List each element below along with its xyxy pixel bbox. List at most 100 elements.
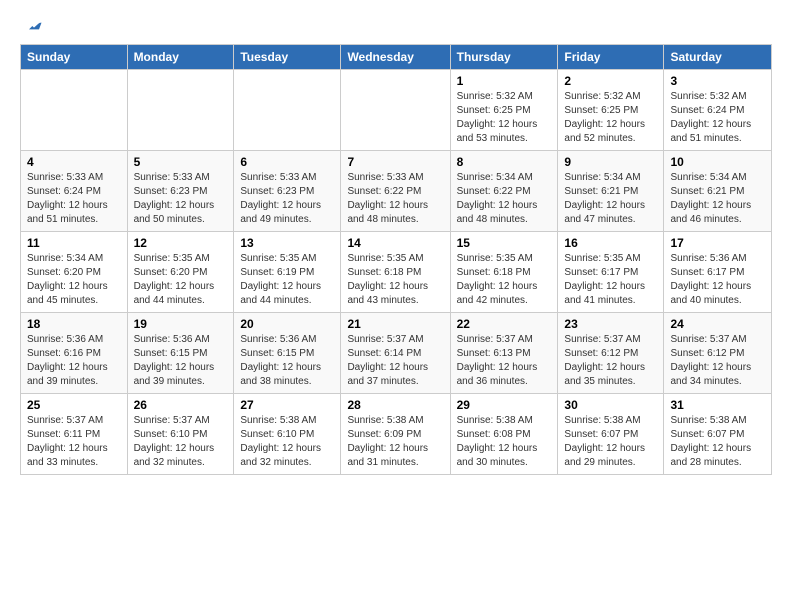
day-number: 7: [347, 155, 443, 169]
calendar-cell: 9 Sunrise: 5:34 AM Sunset: 6:21 PM Daylig…: [558, 151, 664, 232]
day-info: Sunrise: 5:34 AM Sunset: 6:21 PM Dayligh…: [564, 171, 657, 227]
day-number: 27: [240, 398, 334, 412]
day-info: Sunrise: 5:33 AM Sunset: 6:24 PM Dayligh…: [27, 171, 121, 227]
calendar-cell: [234, 70, 341, 151]
calendar-cell: 3 Sunrise: 5:32 AM Sunset: 6:24 PM Daylig…: [664, 70, 772, 151]
calendar-cell: [127, 70, 234, 151]
calendar-cell: 18 Sunrise: 5:36 AM Sunset: 6:16 PM Dayli…: [21, 313, 128, 394]
day-header-saturday: Saturday: [664, 45, 772, 70]
day-info: Sunrise: 5:32 AM Sunset: 6:25 PM Dayligh…: [564, 90, 657, 146]
calendar-cell: 24 Sunrise: 5:37 AM Sunset: 6:12 PM Dayli…: [664, 313, 772, 394]
day-info: Sunrise: 5:32 AM Sunset: 6:24 PM Dayligh…: [670, 90, 765, 146]
calendar-cell: 27 Sunrise: 5:38 AM Sunset: 6:10 PM Dayli…: [234, 394, 341, 475]
day-info: Sunrise: 5:35 AM Sunset: 6:18 PM Dayligh…: [457, 252, 552, 308]
calendar-cell: 5Sunrise: 5:33 AM Sunset: 6:23 PM Daylig…: [127, 151, 234, 232]
day-number: 2: [564, 74, 657, 88]
calendar-cell: 16 Sunrise: 5:35 AM Sunset: 6:17 PM Dayli…: [558, 232, 664, 313]
day-info: Sunrise: 5:38 AM Sunset: 6:07 PM Dayligh…: [670, 414, 765, 470]
logo: [20, 16, 44, 36]
day-info: Sunrise: 5:38 AM Sunset: 6:09 PM Dayligh…: [347, 414, 443, 470]
day-header-tuesday: Tuesday: [234, 45, 341, 70]
calendar-body: 1 Sunrise: 5:32 AM Sunset: 6:25 PM Daylig…: [21, 70, 772, 475]
day-info: Sunrise: 5:36 AM Sunset: 6:15 PM Dayligh…: [240, 333, 334, 389]
day-number: 16: [564, 236, 657, 250]
day-info: Sunrise: 5:37 AM Sunset: 6:14 PM Dayligh…: [347, 333, 443, 389]
day-info: Sunrise: 5:38 AM Sunset: 6:07 PM Dayligh…: [564, 414, 657, 470]
calendar-cell: 6 Sunrise: 5:33 AM Sunset: 6:23 PM Daylig…: [234, 151, 341, 232]
calendar-cell: 30 Sunrise: 5:38 AM Sunset: 6:07 PM Dayli…: [558, 394, 664, 475]
day-number: 19: [134, 317, 228, 331]
calendar-cell: 8Sunrise: 5:34 AM Sunset: 6:22 PM Daylig…: [450, 151, 558, 232]
calendar-cell: 15 Sunrise: 5:35 AM Sunset: 6:18 PM Dayli…: [450, 232, 558, 313]
day-info: Sunrise: 5:36 AM Sunset: 6:16 PM Dayligh…: [27, 333, 121, 389]
day-info: Sunrise: 5:33 AM Sunset: 6:23 PM Dayligh…: [240, 171, 334, 227]
calendar-cell: [21, 70, 128, 151]
day-number: 5: [134, 155, 228, 169]
calendar-week-2: 4 Sunrise: 5:33 AM Sunset: 6:24 PM Daylig…: [21, 151, 772, 232]
page-header: [20, 16, 772, 36]
day-info: Sunrise: 5:34 AM Sunset: 6:21 PM Dayligh…: [670, 171, 765, 227]
day-number: 14: [347, 236, 443, 250]
day-info: Sunrise: 5:32 AM Sunset: 6:25 PM Dayligh…: [457, 90, 552, 146]
calendar-cell: 4 Sunrise: 5:33 AM Sunset: 6:24 PM Daylig…: [21, 151, 128, 232]
logo-bird-icon: [24, 16, 44, 36]
calendar-cell: 22 Sunrise: 5:37 AM Sunset: 6:13 PM Dayli…: [450, 313, 558, 394]
day-header-thursday: Thursday: [450, 45, 558, 70]
calendar-cell: 14Sunrise: 5:35 AM Sunset: 6:18 PM Dayli…: [341, 232, 450, 313]
calendar-cell: 11 Sunrise: 5:34 AM Sunset: 6:20 PM Dayli…: [21, 232, 128, 313]
day-number: 11: [27, 236, 121, 250]
day-number: 10: [670, 155, 765, 169]
day-number: 3: [670, 74, 765, 88]
day-number: 29: [457, 398, 552, 412]
day-info: Sunrise: 5:35 AM Sunset: 6:20 PM Dayligh…: [134, 252, 228, 308]
day-info: Sunrise: 5:37 AM Sunset: 6:13 PM Dayligh…: [457, 333, 552, 389]
calendar-week-5: 25 Sunrise: 5:37 AM Sunset: 6:11 PM Dayli…: [21, 394, 772, 475]
calendar-cell: 12Sunrise: 5:35 AM Sunset: 6:20 PM Dayli…: [127, 232, 234, 313]
day-number: 28: [347, 398, 443, 412]
day-info: Sunrise: 5:37 AM Sunset: 6:12 PM Dayligh…: [670, 333, 765, 389]
calendar-week-1: 1 Sunrise: 5:32 AM Sunset: 6:25 PM Daylig…: [21, 70, 772, 151]
calendar-cell: 17Sunrise: 5:36 AM Sunset: 6:17 PM Dayli…: [664, 232, 772, 313]
day-info: Sunrise: 5:34 AM Sunset: 6:22 PM Dayligh…: [457, 171, 552, 227]
calendar-table: SundayMondayTuesdayWednesdayThursdayFrid…: [20, 44, 772, 475]
day-info: Sunrise: 5:36 AM Sunset: 6:17 PM Dayligh…: [670, 252, 765, 308]
day-info: Sunrise: 5:38 AM Sunset: 6:10 PM Dayligh…: [240, 414, 334, 470]
day-info: Sunrise: 5:33 AM Sunset: 6:22 PM Dayligh…: [347, 171, 443, 227]
day-number: 30: [564, 398, 657, 412]
day-header-friday: Friday: [558, 45, 664, 70]
day-number: 18: [27, 317, 121, 331]
day-info: Sunrise: 5:35 AM Sunset: 6:17 PM Dayligh…: [564, 252, 657, 308]
day-info: Sunrise: 5:38 AM Sunset: 6:08 PM Dayligh…: [457, 414, 552, 470]
calendar-cell: 28 Sunrise: 5:38 AM Sunset: 6:09 PM Dayli…: [341, 394, 450, 475]
day-info: Sunrise: 5:37 AM Sunset: 6:11 PM Dayligh…: [27, 414, 121, 470]
day-header-wednesday: Wednesday: [341, 45, 450, 70]
day-header-sunday: Sunday: [21, 45, 128, 70]
day-number: 1: [457, 74, 552, 88]
calendar-cell: 25 Sunrise: 5:37 AM Sunset: 6:11 PM Dayli…: [21, 394, 128, 475]
day-number: 25: [27, 398, 121, 412]
day-number: 24: [670, 317, 765, 331]
calendar-week-4: 18 Sunrise: 5:36 AM Sunset: 6:16 PM Dayli…: [21, 313, 772, 394]
day-info: Sunrise: 5:35 AM Sunset: 6:19 PM Dayligh…: [240, 252, 334, 308]
day-number: 4: [27, 155, 121, 169]
calendar-cell: 1 Sunrise: 5:32 AM Sunset: 6:25 PM Daylig…: [450, 70, 558, 151]
calendar-cell: 13 Sunrise: 5:35 AM Sunset: 6:19 PM Dayli…: [234, 232, 341, 313]
day-info: Sunrise: 5:37 AM Sunset: 6:12 PM Dayligh…: [564, 333, 657, 389]
calendar-cell: 2 Sunrise: 5:32 AM Sunset: 6:25 PM Daylig…: [558, 70, 664, 151]
calendar-cell: 23Sunrise: 5:37 AM Sunset: 6:12 PM Dayli…: [558, 313, 664, 394]
day-number: 6: [240, 155, 334, 169]
calendar-cell: 29 Sunrise: 5:38 AM Sunset: 6:08 PM Dayli…: [450, 394, 558, 475]
day-number: 9: [564, 155, 657, 169]
day-number: 13: [240, 236, 334, 250]
calendar-cell: 19Sunrise: 5:36 AM Sunset: 6:15 PM Dayli…: [127, 313, 234, 394]
day-number: 22: [457, 317, 552, 331]
calendar-cell: 21Sunrise: 5:37 AM Sunset: 6:14 PM Dayli…: [341, 313, 450, 394]
days-header-row: SundayMondayTuesdayWednesdayThursdayFrid…: [21, 45, 772, 70]
calendar-cell: [341, 70, 450, 151]
day-header-monday: Monday: [127, 45, 234, 70]
day-number: 20: [240, 317, 334, 331]
day-info: Sunrise: 5:34 AM Sunset: 6:20 PM Dayligh…: [27, 252, 121, 308]
day-number: 15: [457, 236, 552, 250]
calendar-cell: 20 Sunrise: 5:36 AM Sunset: 6:15 PM Dayli…: [234, 313, 341, 394]
calendar-cell: 26Sunrise: 5:37 AM Sunset: 6:10 PM Dayli…: [127, 394, 234, 475]
